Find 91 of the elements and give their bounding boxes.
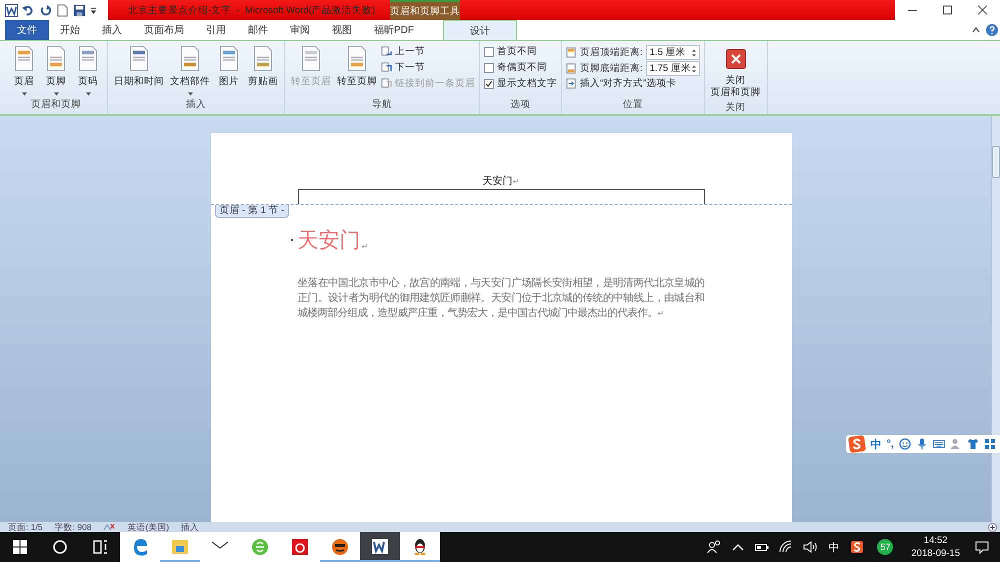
- new-document-icon[interactable]: [56, 4, 69, 16]
- group-label: 位置: [622, 98, 644, 112]
- penguin-icon[interactable]: [400, 532, 440, 562]
- ribbon-tab[interactable]: 邮件: [237, 20, 279, 40]
- sogou-tray-icon[interactable]: [849, 539, 866, 555]
- ribbon-tab[interactable]: 页面布局: [133, 20, 195, 40]
- group-label: 页眉和页脚: [30, 98, 82, 112]
- group-label: 导航: [371, 98, 393, 112]
- ribbon-button[interactable]: 图片: [214, 43, 244, 98]
- status-item[interactable]: 插入: [181, 522, 200, 532]
- contextual-tab-group: 页眉和页脚工具: [390, 0, 460, 20]
- word-logo-icon[interactable]: [5, 4, 18, 16]
- document-paragraph[interactable]: 坐落在中国北京市中心，故宫的南端，与天安门广场隔长安街相望，是明清两代北京皇城的正门。设计者为明代的御用建筑匠师蒯祥。天安门位于北京城的传统的中轴线上，由城台和城楼两部分组成，造型威严庄重，气势宏大，是中国古代城门中最杰出的代表作。↵: [298, 276, 704, 321]
- checkbox[interactable]: [484, 78, 494, 88]
- document-icon: [299, 45, 323, 72]
- grid-icon[interactable]: [984, 438, 996, 450]
- notification-icon[interactable]: [974, 539, 990, 555]
- microphone-icon[interactable]: [916, 438, 928, 450]
- status-item[interactable]: 页面: 1/5: [8, 522, 43, 532]
- document-icon: [44, 45, 68, 72]
- input-mode-toggle[interactable]: 中: [870, 436, 882, 452]
- field-label: 页脚底端距离:: [580, 62, 643, 75]
- volume-icon[interactable]: [802, 539, 818, 555]
- document-icon: [12, 45, 36, 72]
- zoom-in-icon[interactable]: [988, 522, 997, 532]
- clock[interactable]: 14:52 2018-09-15: [911, 534, 960, 560]
- document-icon: [178, 45, 202, 72]
- input-language[interactable]: 中: [828, 540, 840, 554]
- margin-icon: [566, 47, 577, 58]
- header-section-tag: 页眉 - 第 1 节 -: [214, 205, 290, 218]
- shirt-icon[interactable]: [967, 438, 979, 450]
- window-title: 北京主要景点介绍-文字 - Microsoft Word(产品激活失败): [127, 4, 376, 16]
- sogou-logo-icon[interactable]: [848, 435, 866, 453]
- ribbon-button[interactable]: 页眉: [9, 43, 39, 98]
- keyboard-icon[interactable]: [933, 438, 945, 450]
- ribbon-small-button[interactable]: 插入“对齐方式”选项卡: [566, 77, 700, 90]
- help-icon[interactable]: [986, 24, 998, 36]
- document-icon: [127, 45, 151, 72]
- ribbon-tab[interactable]: 设计: [443, 20, 517, 40]
- checkbox-option[interactable]: 显示文档文字: [484, 77, 557, 90]
- spin-field[interactable]: 1.75 厘米: [646, 61, 700, 76]
- ribbon-tab[interactable]: 开始: [49, 20, 91, 40]
- spin-arrows-icon[interactable]: [692, 64, 696, 74]
- ribbon-button[interactable]: 日期和时间: [112, 43, 166, 98]
- checkbox-option[interactable]: 奇偶页不同: [484, 61, 557, 74]
- vertical-scrollbar[interactable]: [991, 116, 1000, 522]
- group-label: 关闭: [724, 101, 747, 115]
- ribbon-tab[interactable]: 插入: [91, 20, 133, 40]
- proofing-icon[interactable]: [103, 522, 116, 532]
- document-icon: [76, 45, 100, 72]
- field-label: 页眉顶端距离:: [580, 46, 643, 59]
- ribbon-button[interactable]: 剪贴画: [246, 43, 280, 98]
- header-text[interactable]: 天安门↵: [482, 175, 520, 189]
- checkbox[interactable]: [484, 62, 494, 72]
- ribbon-button[interactable]: 页码: [73, 43, 103, 98]
- document-icon: [345, 45, 369, 72]
- sunglasses-app-icon[interactable]: [320, 532, 360, 562]
- document-icon: [251, 45, 275, 72]
- spin-field[interactable]: 1.5 厘米: [646, 45, 700, 60]
- ribbon-button[interactable]: 页脚: [41, 43, 71, 98]
- minimize-ribbon-icon[interactable]: [971, 25, 981, 35]
- ribbon-tab[interactable]: 引用: [195, 20, 237, 40]
- close-icon: [726, 49, 746, 69]
- ribbon-tab[interactable]: 福昕PDF: [363, 20, 425, 40]
- edge-browser-icon[interactable]: [120, 532, 160, 562]
- ribbon-button[interactable]: 文档部件: [168, 43, 212, 98]
- ribbon-tab[interactable]: 视图: [321, 20, 363, 40]
- group-label: 选项: [510, 98, 532, 112]
- margin-icon: [566, 63, 577, 74]
- file-tab[interactable]: 文件: [5, 20, 49, 40]
- status-item[interactable]: 字数: 908: [54, 522, 92, 532]
- ribbon-small-button[interactable]: 下一节: [381, 61, 475, 74]
- people-icon[interactable]: [706, 539, 722, 555]
- checkbox[interactable]: [484, 46, 494, 56]
- status-item[interactable]: 英语(美国): [127, 522, 170, 532]
- redo-icon[interactable]: [39, 4, 52, 16]
- document-icon: [217, 45, 241, 72]
- close-header-footer-button[interactable]: 关闭 页眉和页脚: [708, 43, 763, 101]
- checkbox-option[interactable]: 首页不同: [484, 45, 557, 58]
- undo-icon[interactable]: [22, 4, 35, 16]
- group-label: 插入: [185, 98, 207, 112]
- smiley-icon[interactable]: [899, 438, 911, 450]
- ribbon-small-button[interactable]: 上一节: [381, 45, 475, 58]
- spin-arrows-icon[interactable]: [692, 48, 696, 58]
- save-icon[interactable]: [73, 4, 86, 16]
- punctuation-toggle[interactable]: °,: [886, 438, 894, 450]
- paragraph-mark: ↵: [362, 242, 368, 251]
- ribbon-tab[interactable]: 审阅: [279, 20, 321, 40]
- ribbon-button[interactable]: 转至页脚: [335, 43, 379, 98]
- insert-tab-icon: [566, 78, 577, 89]
- word-app-icon[interactable]: [360, 532, 400, 562]
